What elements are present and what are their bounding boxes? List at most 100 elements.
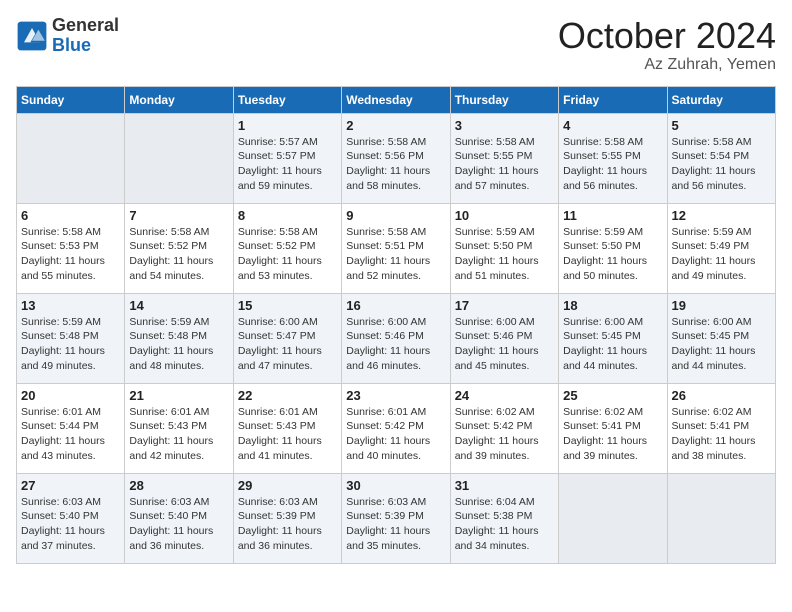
calendar-cell: 21 Sunrise: 6:01 AM Sunset: 5:43 PM Dayli…: [125, 383, 233, 473]
calendar-cell: 27 Sunrise: 6:03 AM Sunset: 5:40 PM Dayli…: [17, 473, 125, 563]
cell-info: Sunrise: 5:58 AM Sunset: 5:53 PM Dayligh…: [21, 225, 120, 284]
logo-text: General Blue: [52, 16, 119, 56]
cell-info: Sunrise: 6:00 AM Sunset: 5:47 PM Dayligh…: [238, 315, 337, 374]
cell-info: Sunrise: 5:58 AM Sunset: 5:52 PM Dayligh…: [129, 225, 228, 284]
day-number: 2: [346, 118, 445, 133]
day-number: 3: [455, 118, 554, 133]
cell-info: Sunrise: 6:03 AM Sunset: 5:39 PM Dayligh…: [346, 495, 445, 554]
cell-info: Sunrise: 5:58 AM Sunset: 5:52 PM Dayligh…: [238, 225, 337, 284]
calendar-cell: 5Sunrise: 5:58 AM Sunset: 5:54 PM Daylig…: [667, 113, 775, 203]
cell-info: Sunrise: 6:00 AM Sunset: 5:45 PM Dayligh…: [563, 315, 662, 374]
calendar-cell: 25Sunrise: 6:02 AM Sunset: 5:41 PM Dayli…: [559, 383, 667, 473]
weekday-header: Friday: [559, 86, 667, 113]
weekday-header: Tuesday: [233, 86, 341, 113]
day-number: 21: [129, 388, 228, 403]
weekday-header: Saturday: [667, 86, 775, 113]
calendar-cell: 7 Sunrise: 5:58 AM Sunset: 5:52 PM Daylig…: [125, 203, 233, 293]
cell-info: Sunrise: 6:00 AM Sunset: 5:46 PM Dayligh…: [455, 315, 554, 374]
logo-general: General: [52, 16, 119, 36]
calendar-cell: [125, 113, 233, 203]
day-number: 28: [129, 478, 228, 493]
month-title: October 2024: [558, 16, 776, 56]
day-number: 24: [455, 388, 554, 403]
calendar-week-row: 13 Sunrise: 5:59 AM Sunset: 5:48 PM Dayli…: [17, 293, 776, 383]
cell-info: Sunrise: 6:03 AM Sunset: 5:40 PM Dayligh…: [129, 495, 228, 554]
calendar-cell: 13 Sunrise: 5:59 AM Sunset: 5:48 PM Dayli…: [17, 293, 125, 383]
logo: General Blue: [16, 16, 119, 56]
cell-info: Sunrise: 5:59 AM Sunset: 5:50 PM Dayligh…: [455, 225, 554, 284]
day-number: 17: [455, 298, 554, 313]
calendar-cell: 30 Sunrise: 6:03 AM Sunset: 5:39 PM Dayli…: [342, 473, 450, 563]
day-number: 27: [21, 478, 120, 493]
calendar-cell: 24 Sunrise: 6:02 AM Sunset: 5:42 PM Dayli…: [450, 383, 558, 473]
day-number: 31: [455, 478, 554, 493]
day-number: 7: [129, 208, 228, 223]
cell-info: Sunrise: 5:59 AM Sunset: 5:50 PM Dayligh…: [563, 225, 662, 284]
calendar-cell: [559, 473, 667, 563]
calendar-cell: [667, 473, 775, 563]
cell-info: Sunrise: 6:03 AM Sunset: 5:40 PM Dayligh…: [21, 495, 120, 554]
cell-info: Sunrise: 6:01 AM Sunset: 5:43 PM Dayligh…: [238, 405, 337, 464]
calendar-cell: 28 Sunrise: 6:03 AM Sunset: 5:40 PM Dayli…: [125, 473, 233, 563]
calendar-cell: 18 Sunrise: 6:00 AM Sunset: 5:45 PM Dayli…: [559, 293, 667, 383]
cell-info: Sunrise: 6:03 AM Sunset: 5:39 PM Dayligh…: [238, 495, 337, 554]
logo-icon: [16, 20, 48, 52]
calendar-cell: 10 Sunrise: 5:59 AM Sunset: 5:50 PM Dayli…: [450, 203, 558, 293]
cell-info: Sunrise: 6:01 AM Sunset: 5:42 PM Dayligh…: [346, 405, 445, 464]
calendar-week-row: 1Sunrise: 5:57 AM Sunset: 5:57 PM Daylig…: [17, 113, 776, 203]
calendar-week-row: 20 Sunrise: 6:01 AM Sunset: 5:44 PM Dayli…: [17, 383, 776, 473]
cell-info: Sunrise: 6:02 AM Sunset: 5:41 PM Dayligh…: [563, 405, 662, 464]
day-number: 6: [21, 208, 120, 223]
calendar-cell: 31 Sunrise: 6:04 AM Sunset: 5:38 PM Dayli…: [450, 473, 558, 563]
day-number: 22: [238, 388, 337, 403]
calendar-cell: 17 Sunrise: 6:00 AM Sunset: 5:46 PM Dayli…: [450, 293, 558, 383]
day-number: 11: [563, 208, 662, 223]
day-number: 14: [129, 298, 228, 313]
location-title: Az Zuhrah, Yemen: [558, 56, 776, 74]
calendar-cell: 29Sunrise: 6:03 AM Sunset: 5:39 PM Dayli…: [233, 473, 341, 563]
cell-info: Sunrise: 5:58 AM Sunset: 5:55 PM Dayligh…: [455, 135, 554, 194]
calendar-cell: 20 Sunrise: 6:01 AM Sunset: 5:44 PM Dayli…: [17, 383, 125, 473]
day-number: 18: [563, 298, 662, 313]
calendar-cell: 23 Sunrise: 6:01 AM Sunset: 5:42 PM Dayli…: [342, 383, 450, 473]
cell-info: Sunrise: 5:59 AM Sunset: 5:48 PM Dayligh…: [129, 315, 228, 374]
calendar-cell: 8 Sunrise: 5:58 AM Sunset: 5:52 PM Daylig…: [233, 203, 341, 293]
day-number: 20: [21, 388, 120, 403]
calendar-week-row: 27 Sunrise: 6:03 AM Sunset: 5:40 PM Dayli…: [17, 473, 776, 563]
cell-info: Sunrise: 5:58 AM Sunset: 5:55 PM Dayligh…: [563, 135, 662, 194]
day-number: 8: [238, 208, 337, 223]
cell-info: Sunrise: 6:04 AM Sunset: 5:38 PM Dayligh…: [455, 495, 554, 554]
day-number: 1: [238, 118, 337, 133]
cell-info: Sunrise: 5:58 AM Sunset: 5:54 PM Dayligh…: [672, 135, 771, 194]
cell-info: Sunrise: 5:58 AM Sunset: 5:51 PM Dayligh…: [346, 225, 445, 284]
day-number: 4: [563, 118, 662, 133]
calendar-cell: 19Sunrise: 6:00 AM Sunset: 5:45 PM Dayli…: [667, 293, 775, 383]
cell-info: Sunrise: 5:58 AM Sunset: 5:56 PM Dayligh…: [346, 135, 445, 194]
calendar-header-row: SundayMondayTuesdayWednesdayThursdayFrid…: [17, 86, 776, 113]
weekday-header: Sunday: [17, 86, 125, 113]
day-number: 16: [346, 298, 445, 313]
calendar-cell: 1Sunrise: 5:57 AM Sunset: 5:57 PM Daylig…: [233, 113, 341, 203]
day-number: 9: [346, 208, 445, 223]
calendar-cell: 22 Sunrise: 6:01 AM Sunset: 5:43 PM Dayli…: [233, 383, 341, 473]
cell-info: Sunrise: 6:00 AM Sunset: 5:46 PM Dayligh…: [346, 315, 445, 374]
day-number: 23: [346, 388, 445, 403]
cell-info: Sunrise: 6:01 AM Sunset: 5:43 PM Dayligh…: [129, 405, 228, 464]
weekday-header: Wednesday: [342, 86, 450, 113]
day-number: 30: [346, 478, 445, 493]
cell-info: Sunrise: 6:02 AM Sunset: 5:42 PM Dayligh…: [455, 405, 554, 464]
calendar-cell: 16 Sunrise: 6:00 AM Sunset: 5:46 PM Dayli…: [342, 293, 450, 383]
cell-info: Sunrise: 6:01 AM Sunset: 5:44 PM Dayligh…: [21, 405, 120, 464]
calendar-cell: 4 Sunrise: 5:58 AM Sunset: 5:55 PM Daylig…: [559, 113, 667, 203]
weekday-header: Thursday: [450, 86, 558, 113]
calendar-cell: 12Sunrise: 5:59 AM Sunset: 5:49 PM Dayli…: [667, 203, 775, 293]
calendar-cell: 15 Sunrise: 6:00 AM Sunset: 5:47 PM Dayli…: [233, 293, 341, 383]
page-header: General Blue October 2024 Az Zuhrah, Yem…: [16, 16, 776, 74]
calendar-cell: 26Sunrise: 6:02 AM Sunset: 5:41 PM Dayli…: [667, 383, 775, 473]
day-number: 15: [238, 298, 337, 313]
calendar-cell: 11 Sunrise: 5:59 AM Sunset: 5:50 PM Dayli…: [559, 203, 667, 293]
day-number: 10: [455, 208, 554, 223]
day-number: 13: [21, 298, 120, 313]
cell-info: Sunrise: 5:59 AM Sunset: 5:48 PM Dayligh…: [21, 315, 120, 374]
day-number: 26: [672, 388, 771, 403]
